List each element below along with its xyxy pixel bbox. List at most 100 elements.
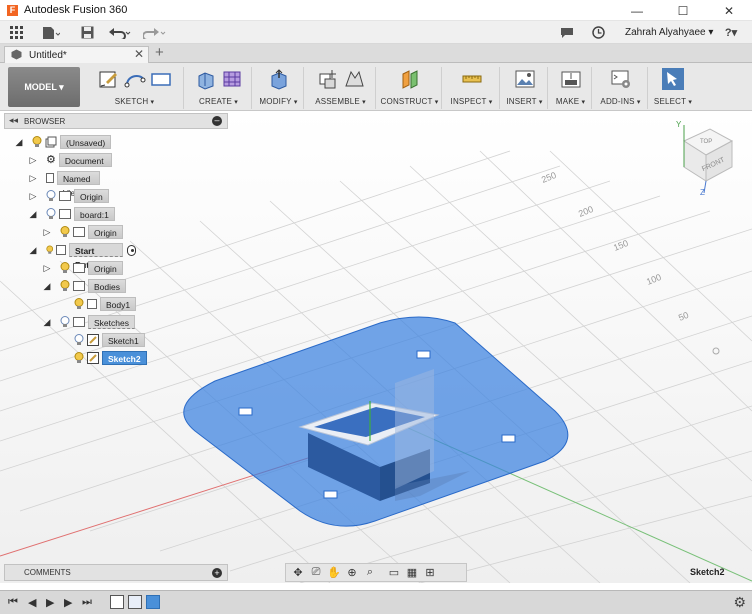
app-grid-icon[interactable] bbox=[8, 24, 26, 41]
3d-print-icon[interactable] bbox=[560, 68, 582, 90]
select-tool-icon[interactable] bbox=[662, 68, 684, 90]
expand-right-icon[interactable]: ▷ bbox=[28, 173, 38, 184]
expand-right-icon[interactable]: ▷ bbox=[28, 191, 38, 202]
display-settings-icon[interactable]: ▭ bbox=[386, 566, 402, 580]
sketch-handle-bottom[interactable] bbox=[323, 490, 338, 499]
construct-group[interactable]: CONSTRUCT bbox=[378, 67, 442, 109]
new-tab-button[interactable]: + bbox=[155, 44, 164, 61]
browser-minimize-icon[interactable]: – bbox=[212, 116, 222, 126]
timeline-sketch1-item[interactable] bbox=[110, 595, 124, 609]
browser-collapse-icon[interactable]: ◂◂ bbox=[9, 115, 18, 126]
tree-label-board[interactable]: board:1 bbox=[74, 207, 115, 221]
line-tool-icon[interactable] bbox=[124, 68, 146, 90]
expand-down-icon[interactable]: ◢ bbox=[14, 137, 24, 148]
document-tab[interactable]: Untitled* ✕ bbox=[4, 46, 149, 63]
timeline-first-icon[interactable]: ⏮ bbox=[8, 596, 18, 609]
tree-label-sketch1[interactable]: Sketch1 bbox=[102, 333, 145, 347]
timeline-next-icon[interactable]: ▶ bbox=[64, 596, 72, 609]
scripts-addins-icon[interactable] bbox=[610, 68, 632, 90]
close-button[interactable]: ✕ bbox=[706, 0, 752, 21]
tree-label-named-views[interactable]: Named Views bbox=[57, 171, 101, 198]
rectangle-tool-icon[interactable] bbox=[150, 68, 172, 90]
sketch-handle-top[interactable] bbox=[416, 350, 431, 359]
tree-label-document-settings[interactable]: Document Settings bbox=[58, 153, 112, 180]
timeline-play-icon[interactable]: ▶ bbox=[46, 596, 54, 609]
tree-label-body1[interactable]: Body1 bbox=[100, 297, 137, 311]
extrude-icon[interactable] bbox=[195, 68, 217, 90]
job-status-clock-icon[interactable] bbox=[589, 24, 607, 41]
activate-component-radio-icon[interactable] bbox=[127, 244, 136, 256]
visibility-bulb-icon[interactable] bbox=[32, 136, 42, 148]
addins-group[interactable]: ADD-INS bbox=[594, 67, 648, 109]
modify-group[interactable]: MODIFY bbox=[254, 67, 304, 109]
expand-down-icon[interactable]: ◢ bbox=[28, 209, 38, 220]
measure-icon[interactable] bbox=[461, 68, 483, 90]
visibility-bulb-icon[interactable] bbox=[46, 244, 54, 256]
select-group[interactable]: SELECT bbox=[650, 67, 696, 109]
insert-image-icon[interactable] bbox=[514, 68, 536, 90]
pattern-icon[interactable] bbox=[221, 68, 243, 90]
visibility-bulb-icon[interactable] bbox=[60, 226, 70, 238]
visibility-bulb-icon[interactable] bbox=[74, 298, 84, 310]
inspect-group[interactable]: INSPECT bbox=[444, 67, 500, 109]
timeline-sketch2-item[interactable] bbox=[146, 595, 160, 609]
undo-icon[interactable] bbox=[108, 24, 134, 41]
assemble-group[interactable]: ASSEMBLE bbox=[306, 67, 376, 109]
visibility-bulb-off-icon[interactable] bbox=[46, 208, 56, 220]
expand-down-icon[interactable]: ◢ bbox=[42, 281, 52, 292]
make-group[interactable]: MAKE bbox=[550, 67, 592, 109]
viewports-icon[interactable]: ⊞ bbox=[422, 566, 438, 580]
sketch-handle-right[interactable] bbox=[501, 434, 516, 443]
browser-panel-header[interactable]: ◂◂ BROWSER – bbox=[4, 113, 228, 129]
workspace-switcher[interactable]: MODEL ▾ bbox=[8, 67, 80, 107]
tree-label-bodies[interactable]: Bodies bbox=[88, 279, 126, 293]
notifications-icon[interactable] bbox=[558, 24, 576, 41]
expand-down-icon[interactable]: ◢ bbox=[42, 317, 52, 328]
visibility-bulb-off-icon[interactable] bbox=[74, 334, 84, 346]
timeline-extrude-item[interactable] bbox=[128, 595, 142, 609]
timeline-last-icon[interactable]: ⏭ bbox=[82, 596, 92, 609]
tree-label-unsaved[interactable]: (Unsaved) bbox=[60, 135, 112, 149]
create-sketch-icon[interactable] bbox=[98, 68, 120, 90]
expand-right-icon[interactable]: ▷ bbox=[28, 155, 38, 166]
add-comment-icon[interactable]: + bbox=[212, 568, 222, 578]
create-group[interactable]: CREATE bbox=[186, 67, 252, 109]
zoom-window-icon[interactable]: ⌕ bbox=[362, 566, 378, 580]
redo-icon[interactable] bbox=[142, 24, 168, 41]
sketch-group[interactable]: SKETCH bbox=[86, 67, 184, 109]
expand-down-icon[interactable]: ◢ bbox=[28, 245, 38, 256]
tree-label-start-button[interactable]: Start Button:1 bbox=[68, 243, 124, 270]
visibility-bulb-off-icon[interactable] bbox=[46, 190, 56, 202]
tree-label-origin[interactable]: Origin bbox=[74, 189, 109, 203]
maximize-button[interactable]: ☐ bbox=[660, 0, 706, 21]
joint-icon[interactable] bbox=[343, 68, 365, 90]
file-menu-icon[interactable] bbox=[40, 24, 62, 41]
tree-label-sketch2[interactable]: Sketch2 bbox=[102, 351, 147, 365]
orbit-icon[interactable]: ✥ bbox=[290, 566, 306, 580]
zoom-icon[interactable]: ⊕ bbox=[344, 566, 360, 580]
tree-label-board-origin[interactable]: Origin bbox=[88, 225, 123, 239]
visibility-bulb-icon[interactable] bbox=[60, 280, 70, 292]
tree-label-sketches[interactable]: Sketches bbox=[88, 315, 135, 329]
help-menu-icon[interactable]: ?▾ bbox=[718, 24, 744, 41]
look-at-icon[interactable]: ⎚ bbox=[308, 566, 324, 580]
new-component-icon[interactable] bbox=[317, 68, 339, 90]
document-tab-close-button[interactable]: ✕ bbox=[134, 47, 144, 61]
expand-right-icon[interactable]: ▷ bbox=[42, 263, 52, 274]
visibility-bulb-icon[interactable] bbox=[74, 352, 84, 364]
visibility-bulb-off-icon[interactable] bbox=[60, 316, 70, 328]
offset-plane-icon[interactable] bbox=[399, 68, 421, 90]
grid-settings-icon[interactable]: ▦ bbox=[404, 566, 420, 580]
pan-hand-icon[interactable]: ✋ bbox=[326, 566, 342, 580]
minimize-button[interactable]: — bbox=[614, 0, 660, 21]
user-account-menu[interactable]: Zahrah Alyahyaee ▾ bbox=[625, 27, 713, 38]
timeline-settings-gear-icon[interactable]: ⚙ bbox=[733, 594, 746, 611]
tree-label-start-button-origin[interactable]: Origin bbox=[88, 261, 123, 275]
visibility-bulb-icon[interactable] bbox=[60, 262, 70, 274]
timeline-previous-icon[interactable]: ◀ bbox=[28, 596, 36, 609]
insert-group[interactable]: INSERT bbox=[502, 67, 548, 109]
save-icon[interactable] bbox=[78, 24, 96, 41]
press-pull-icon[interactable] bbox=[268, 68, 290, 90]
expand-right-icon[interactable]: ▷ bbox=[42, 227, 52, 238]
sketch-handle-left[interactable] bbox=[238, 407, 253, 416]
